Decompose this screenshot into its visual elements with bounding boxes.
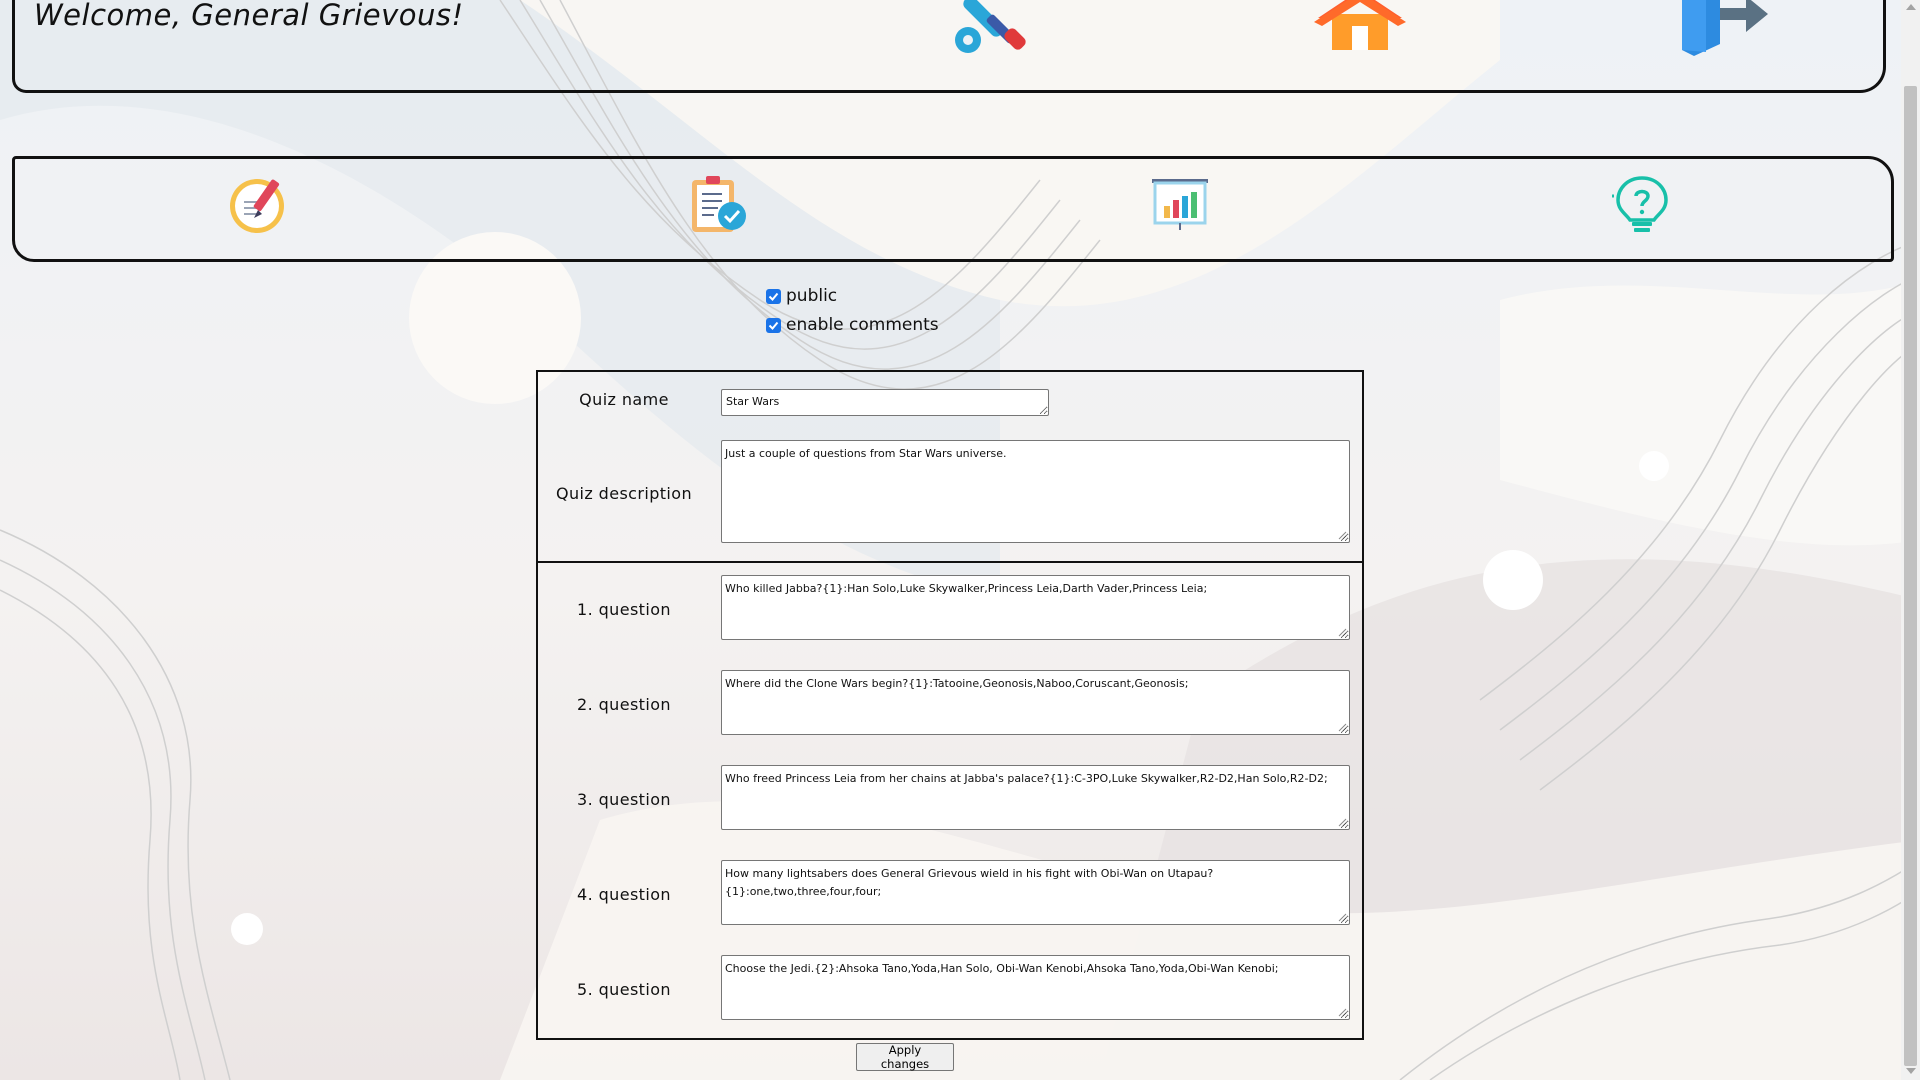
- quiz-description-text: Just a couple of questions from Star War…: [725, 447, 1007, 460]
- enable-comments-label: enable comments: [786, 315, 939, 335]
- tools-icon[interactable]: [946, 0, 1042, 62]
- quiz-edit-form: Quiz name Star Wars Quiz description Jus…: [536, 370, 1364, 1040]
- question-3-text: Who freed Princess Leia from her chains …: [725, 772, 1328, 785]
- question-2-textarea[interactable]: Where did the Clone Wars begin?{1}:Tatoo…: [721, 670, 1350, 735]
- scroll-down-arrow-icon[interactable]: [1906, 1068, 1916, 1074]
- quiz-checklist-icon[interactable]: [688, 174, 752, 240]
- resize-grip-icon[interactable]: [1338, 723, 1347, 732]
- form-divider: [538, 561, 1362, 563]
- resize-grip-icon[interactable]: [1338, 1008, 1347, 1017]
- create-quiz-icon[interactable]: [228, 176, 290, 238]
- resize-grip-icon[interactable]: [1338, 913, 1347, 922]
- resize-grip-icon[interactable]: [1338, 531, 1347, 540]
- logout-icon[interactable]: [1676, 0, 1770, 62]
- question-2-text: Where did the Clone Wars begin?{1}:Tatoo…: [725, 677, 1189, 690]
- question-1-textarea[interactable]: Who killed Jabba?{1}:Han Solo,Luke Skywa…: [721, 575, 1350, 640]
- statistics-chart-icon[interactable]: [1150, 176, 1212, 236]
- lightbulb-help-icon[interactable]: [1610, 174, 1672, 240]
- vertical-scrollbar[interactable]: [1901, 0, 1920, 1080]
- question-1-text: Who killed Jabba?{1}:Han Solo,Luke Skywa…: [725, 582, 1208, 595]
- enable-comments-option: enable comments: [766, 315, 939, 335]
- welcome-text: Welcome, General Grievous!: [34, 0, 464, 32]
- apply-changes-button[interactable]: Apply changes: [856, 1043, 954, 1071]
- question-3-label: 3. question: [577, 790, 671, 809]
- resize-grip-icon[interactable]: [1338, 818, 1347, 827]
- scroll-thumb[interactable]: [1904, 86, 1917, 1066]
- question-2-label: 2. question: [577, 695, 671, 714]
- question-4-text: How many lightsabers does General Grievo…: [725, 867, 1214, 898]
- question-5-text: Choose the Jedi.{2}:Ahsoka Tano,Yoda,Han…: [725, 962, 1279, 975]
- quiz-name-input[interactable]: Star Wars: [721, 389, 1049, 416]
- scroll-up-arrow-icon[interactable]: [1906, 4, 1916, 10]
- public-label: public: [786, 286, 838, 306]
- resize-grip-icon[interactable]: [1338, 628, 1347, 637]
- enable-comments-checkbox[interactable]: [766, 317, 781, 333]
- public-checkbox[interactable]: [766, 288, 781, 304]
- quiz-name-label: Quiz name: [579, 390, 669, 409]
- question-4-textarea[interactable]: How many lightsabers does General Grievo…: [721, 860, 1350, 925]
- public-option: public: [766, 286, 837, 306]
- quiz-description-textarea[interactable]: Just a couple of questions from Star War…: [721, 440, 1350, 543]
- quiz-description-label: Quiz description: [555, 484, 693, 503]
- question-4-label: 4. question: [577, 885, 671, 904]
- question-1-label: 1. question: [577, 600, 671, 619]
- question-5-label: 5. question: [577, 980, 671, 999]
- question-5-textarea[interactable]: Choose the Jedi.{2}:Ahsoka Tano,Yoda,Han…: [721, 955, 1350, 1020]
- question-3-textarea[interactable]: Who freed Princess Leia from her chains …: [721, 765, 1350, 830]
- home-icon[interactable]: [1314, 0, 1406, 56]
